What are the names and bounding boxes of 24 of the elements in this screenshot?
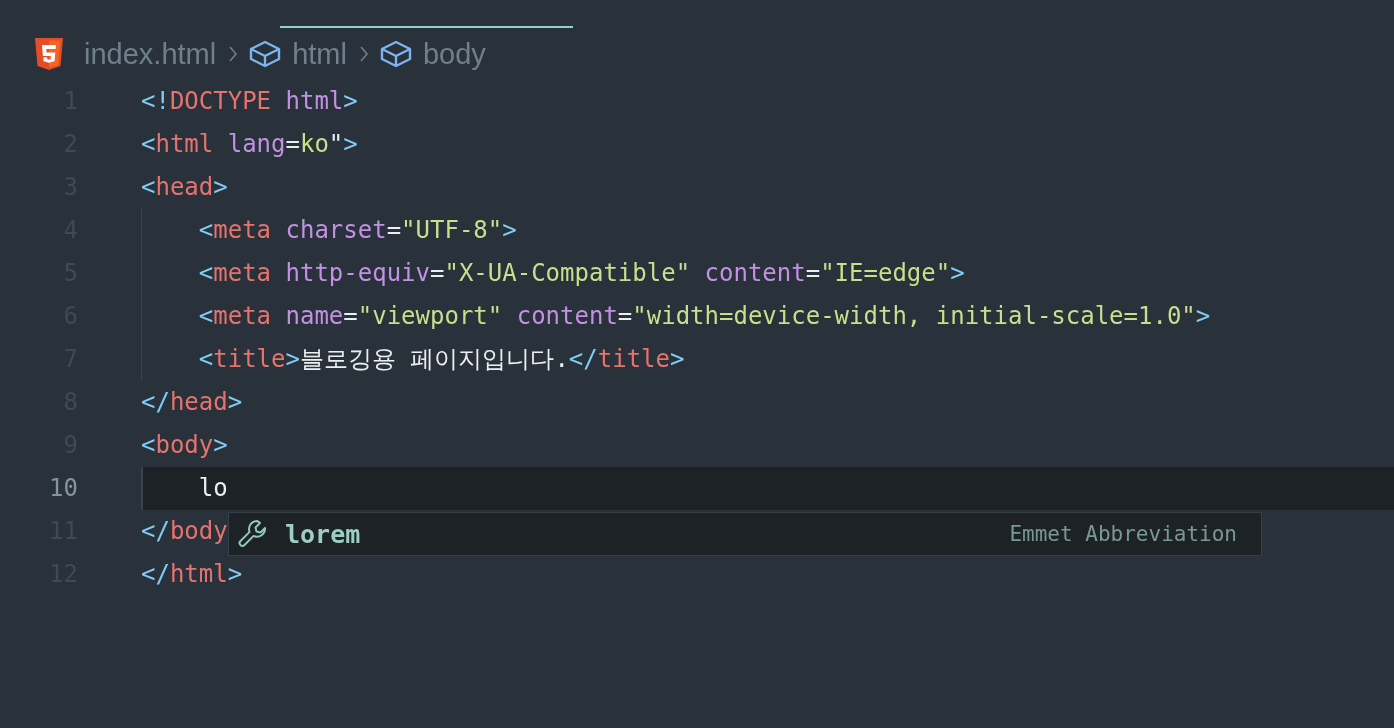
code-line: <meta charset="UTF-8"> [197,215,517,246]
code-line: </body [141,516,228,547]
code-line: lo [197,473,228,504]
code-line: </html> [141,559,243,590]
code-line: <head> [141,172,228,203]
suggestion-detail: Emmet Abbreviation [1009,522,1237,546]
breadcrumb-item[interactable]: html [292,37,347,71]
code-line: <title>블로깅용 페이지입니다.</title> [197,344,685,375]
code-line: <!DOCTYPE html> [141,86,358,117]
code-line: <html lang=ko"> [141,129,358,160]
code-line: <body> [141,430,228,461]
wrench-icon [237,518,269,550]
code-line: </head> [141,387,243,418]
chevron-icon [228,45,239,63]
breadcrumb-item[interactable]: index.html [84,37,217,71]
code-line: <meta http-equiv="X-UA-Compatible" content="IE=edge"> [197,258,965,289]
suggestion-item[interactable]: lorem Emmet Abbreviation [228,512,1262,556]
breadcrumb-item[interactable]: body [422,37,486,71]
code-line: <meta name="viewport" content="width=device-width, initial-scale=1.0"> [197,301,1211,332]
cube-icon [378,39,413,69]
chevron-icon [358,45,369,63]
cube-icon [248,39,283,69]
html5-icon [34,38,64,70]
line-number: 10 [48,473,78,504]
